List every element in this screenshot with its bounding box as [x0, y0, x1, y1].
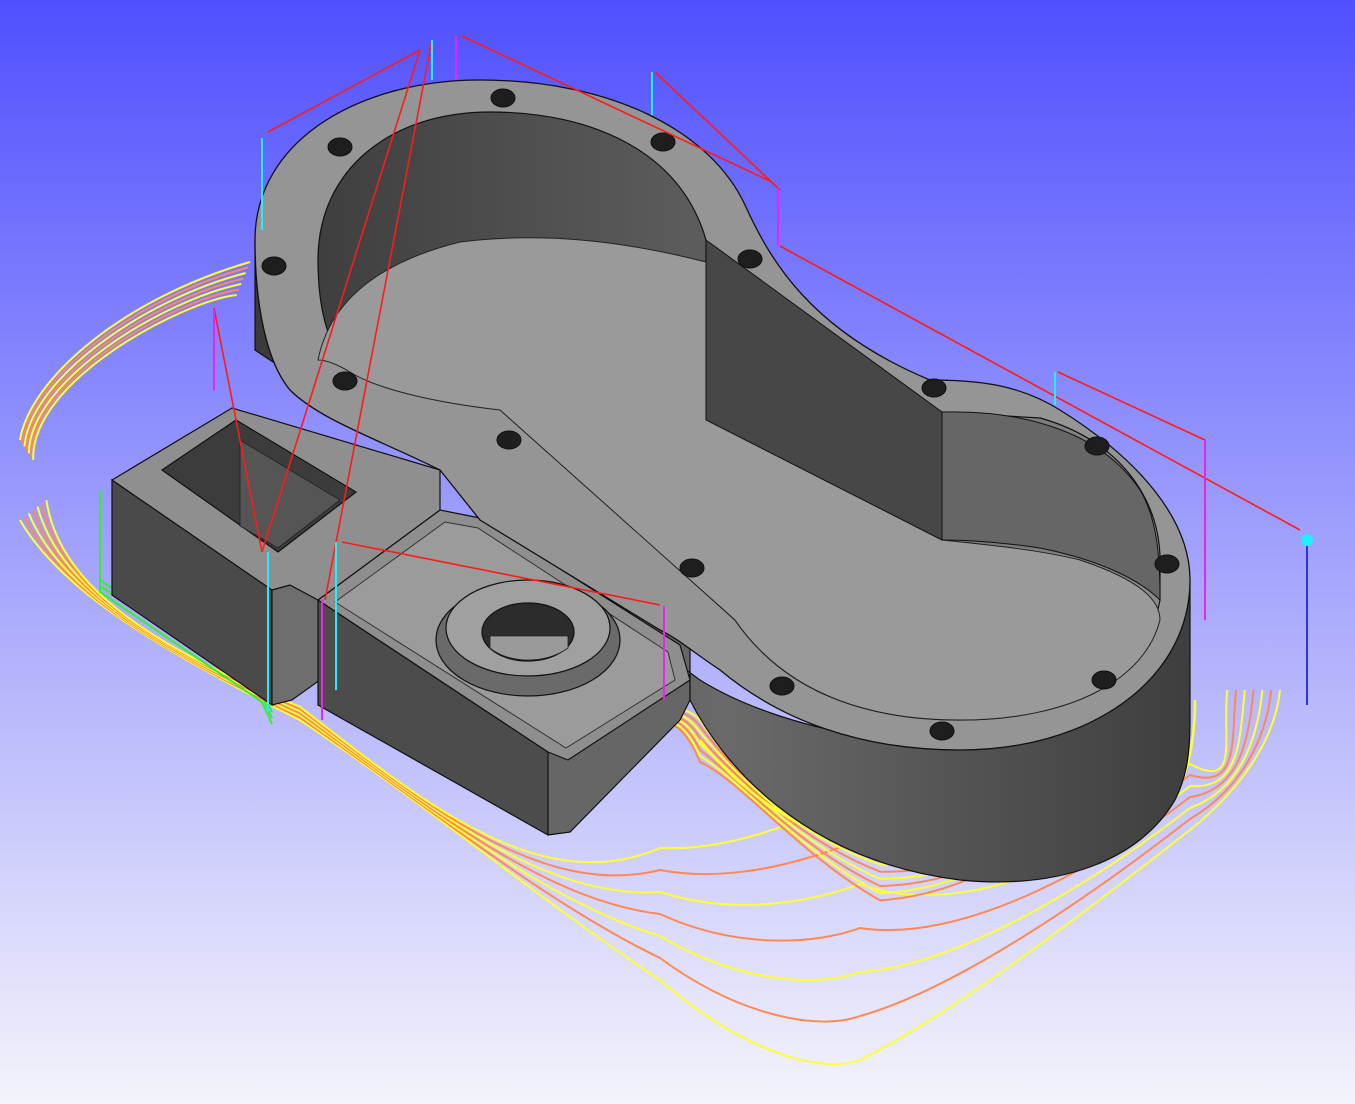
bolt-hole — [261, 256, 287, 276]
bolt-hole — [921, 378, 947, 398]
bolt-hole — [737, 249, 763, 269]
bolt-hole — [1091, 670, 1117, 690]
bolt-hole — [1154, 554, 1180, 574]
bolt-hole — [496, 430, 522, 450]
bolt-hole — [490, 88, 516, 108]
bolt-hole — [650, 132, 676, 152]
bolt-hole — [332, 371, 358, 391]
bolt-hole — [769, 676, 795, 696]
cam-scene[interactable] — [0, 0, 1355, 1104]
tool-position-marker[interactable] — [1301, 534, 1313, 546]
cam-3d-viewport[interactable] — [0, 0, 1355, 1104]
bolt-hole — [1084, 436, 1110, 456]
bolt-hole — [679, 558, 705, 578]
bolt-hole — [929, 721, 955, 741]
bolt-hole — [327, 137, 353, 157]
